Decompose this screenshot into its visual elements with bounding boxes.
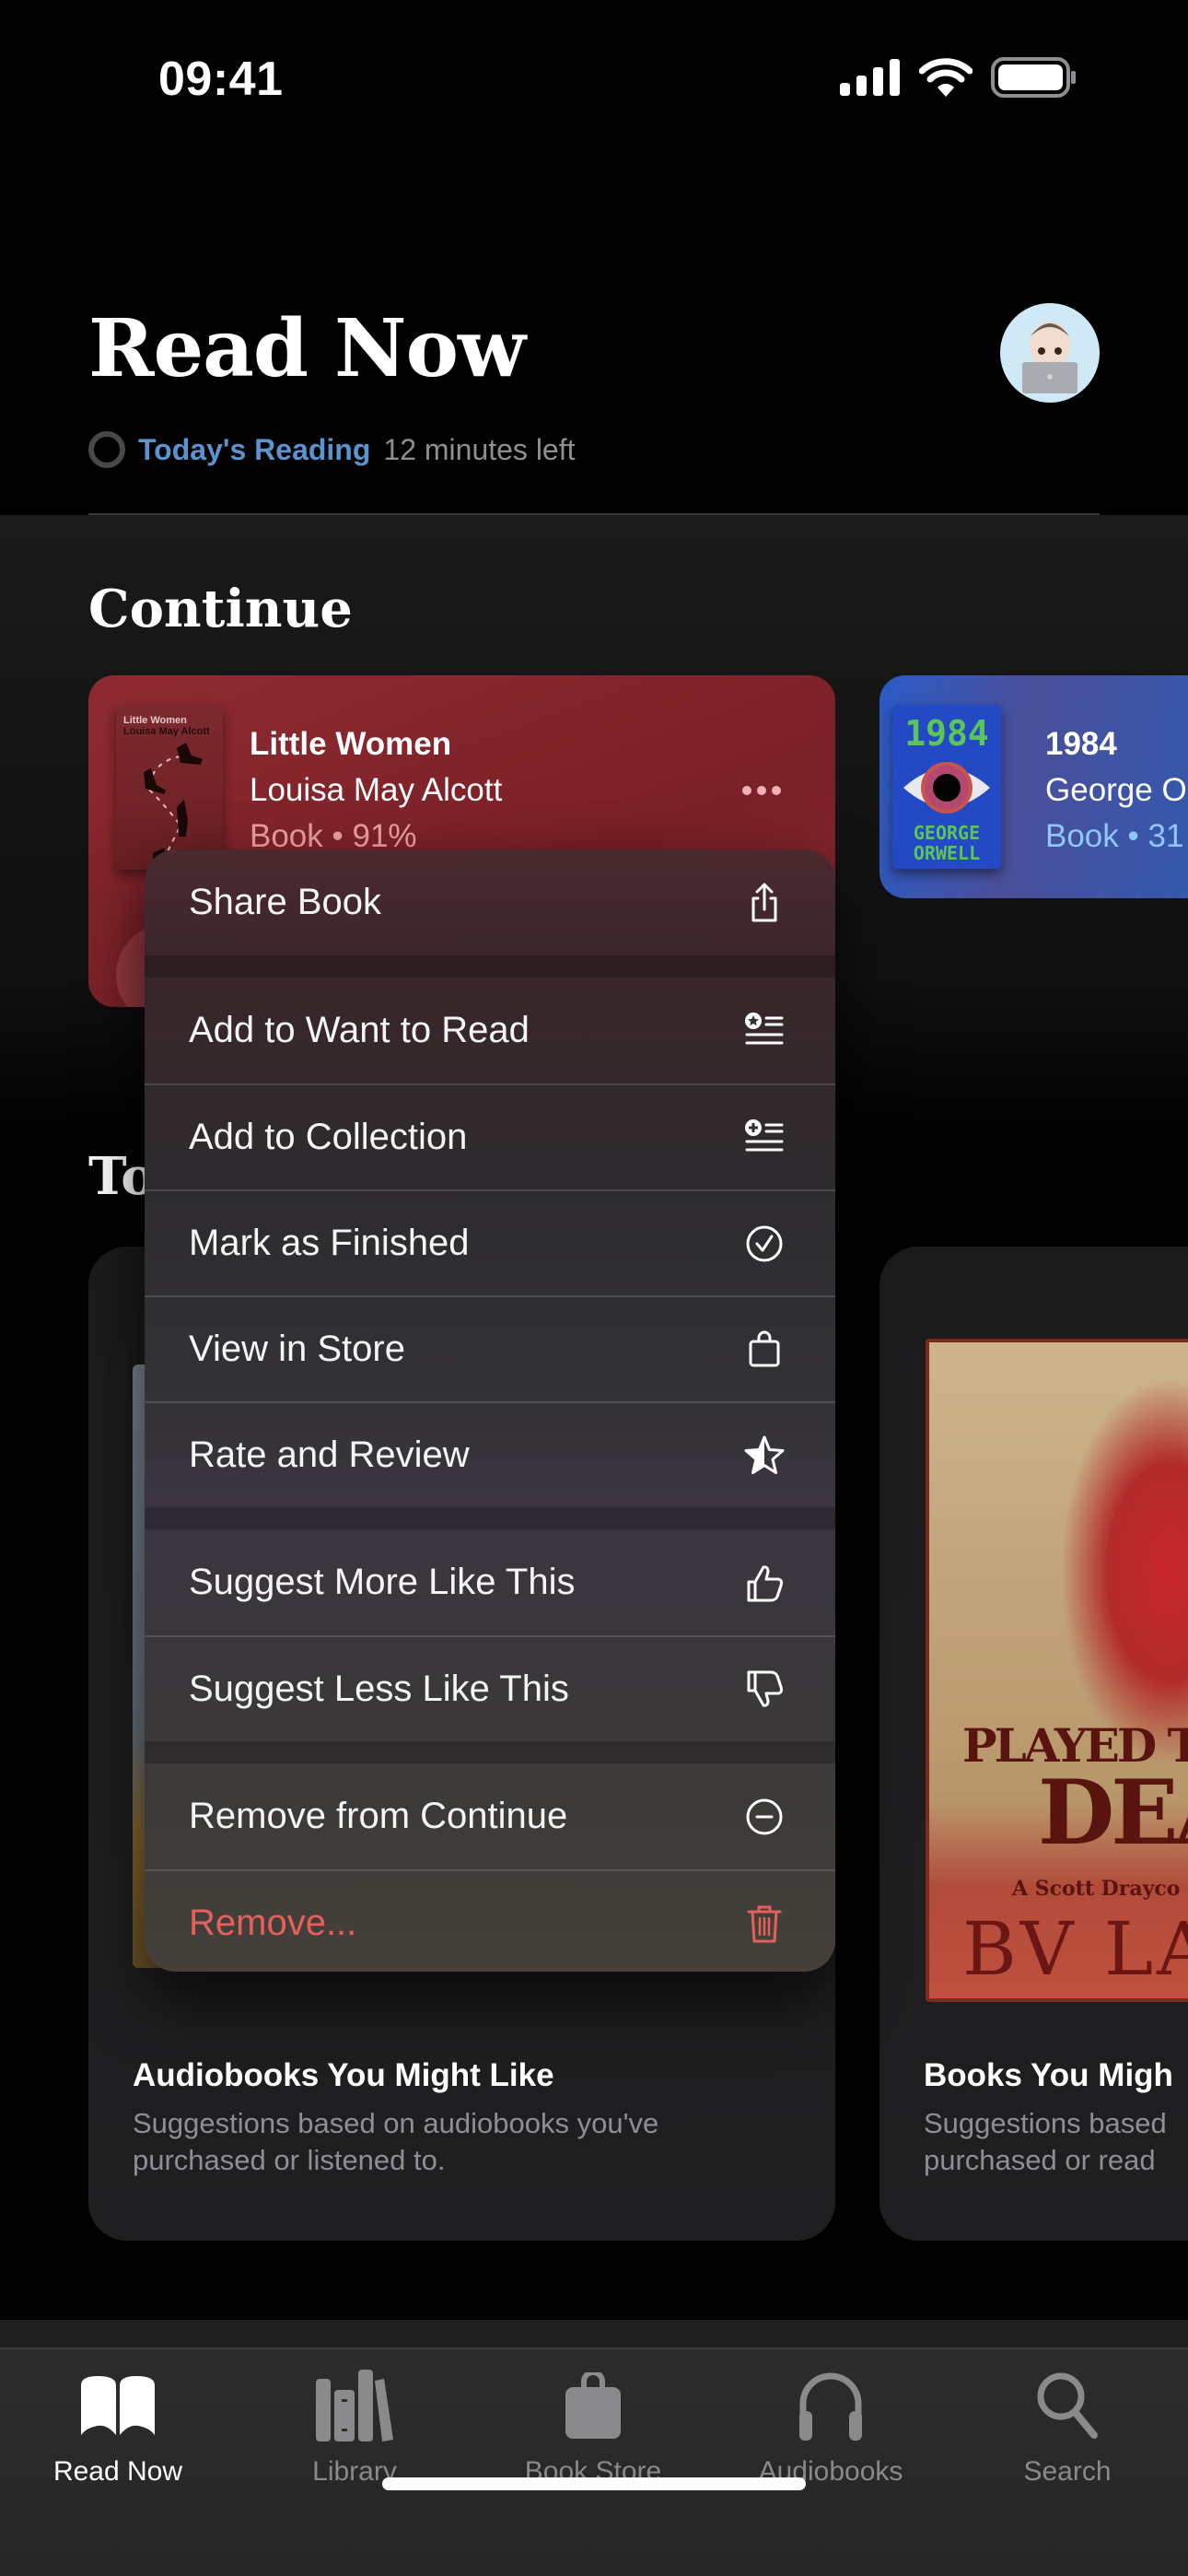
cover-title-line2: DEA [1038,1761,1188,1865]
headphones-icon [789,2368,872,2443]
tab-read-now[interactable]: Read Now [17,2359,219,2488]
tab-search[interactable]: Search [966,2359,1169,2488]
reading-goal-row[interactable]: Today's Reading 12 minutes left [88,431,576,468]
book-author: Louisa May Alcott [250,772,503,808]
page-title: Read Now [88,302,526,395]
add-to-collection-icon [743,1117,786,1159]
recommendation-title: Books You Migh [924,2057,1173,2093]
thumbs-up-icon [743,1562,786,1604]
cover-title: 1984 [904,713,989,754]
menu-item-label: View in Store [189,1329,405,1369]
menu-item-remove[interactable]: Remove... [145,1869,835,1972]
menu-group-separator [145,1741,835,1763]
todays-reading-link[interactable]: Today's Reading [138,433,370,467]
book-info: Little Women Louisa May Alcott Book • 91… [250,721,502,860]
continue-card-1984[interactable]: 1984 GEORGE ORWELL 1984 George O Book • … [879,675,1188,898]
tab-library[interactable]: Library [253,2359,456,2488]
menu-item-add-to-collection[interactable]: Add to Collection [145,1083,835,1189]
menu-item-add-to-want-to-read[interactable]: Add to Want to Read [145,978,835,1083]
eye-illustration-icon: 1984 GEORGE ORWELL [903,713,990,864]
status-time: 09:41 [158,53,284,106]
menu-item-suggest-less[interactable]: Suggest Less Like This [145,1635,835,1741]
book-title: Little Women [250,726,452,762]
continue-section-title: Continue [88,579,353,639]
more-options-button[interactable] [742,786,781,795]
ellipsis-dot-icon [772,786,781,795]
book-cover-played-to-death: PLAYED TO DEA A Scott Drayco BV LAW [926,1339,1188,2002]
menu-item-share-book[interactable]: Share Book [145,849,835,955]
book-progress: Book • 31 [1045,818,1184,854]
shopping-bag-icon [552,2368,635,2443]
share-icon [743,882,786,924]
checkmark-circle-icon [743,1223,786,1265]
library-books-icon [313,2368,396,2443]
menu-item-label: Add to Collection [189,1117,468,1157]
reading-time-remaining: 12 minutes left [383,432,576,466]
menu-item-mark-as-finished[interactable]: Mark as Finished [145,1189,835,1295]
menu-group-remove: Remove from Continue Remove... [145,1763,835,1972]
book-title: 1984 [1045,726,1117,762]
menu-item-rate-and-review[interactable]: Rate and Review [145,1401,835,1507]
tab-audiobooks[interactable]: Audiobooks [729,2359,932,2488]
open-book-icon [76,2368,159,2443]
menu-group-suggestions: Suggest More Like This Suggest Less Like… [145,1529,835,1741]
star-icon [743,1434,786,1477]
magnifying-glass-icon [1026,2368,1109,2443]
tab-book-store[interactable]: Book Store [492,2359,694,2488]
cover-author-first: GEORGE [914,822,980,844]
menu-group-separator [145,955,835,978]
menu-group-share: Share Book [145,849,835,955]
book-author: George O [1045,772,1187,808]
book-info: 1984 George O Book • 31 [1045,721,1187,860]
status-icons [840,57,1077,98]
recommendation-subtitle: Suggestions based on audiobooks you've p… [133,2107,659,2176]
cover-author: BV LAW [962,1906,1188,1992]
memoji-avatar-icon [1022,322,1077,393]
want-to-read-icon [743,1010,786,1052]
battery-icon [991,57,1076,98]
home-indicator[interactable] [382,2477,806,2490]
menu-item-label: Remove from Continue [189,1796,568,1836]
menu-item-label: Remove... [189,1903,357,1943]
minus-circle-icon [743,1796,786,1838]
ellipsis-dot-icon [757,786,766,795]
thumbs-down-icon [743,1669,786,1711]
cellular-signal-icon [840,59,900,96]
menu-item-label: Share Book [189,882,382,922]
menu-item-label: Rate and Review [189,1434,470,1475]
menu-group-actions: Add to Want to Read Add to Collection Ma… [145,978,835,1507]
recommendation-title: Audiobooks You Might Like [133,2057,554,2093]
cover-author-last: ORWELL [914,842,980,864]
recommendation-subtitle: Suggestions based purchased or read [924,2107,1167,2176]
cover-series: A Scott Drayco [1012,1877,1181,1901]
tab-label: Search [1023,2456,1112,2487]
account-avatar-button[interactable] [1000,303,1100,403]
book-cover-1984: 1984 GEORGE ORWELL [892,705,1001,869]
menu-item-suggest-more[interactable]: Suggest More Like This [145,1529,835,1635]
wifi-icon [919,58,973,97]
book-cover-little-women: Little Women Louisa May Alcott [116,706,223,870]
ellipsis-dot-icon [742,786,751,795]
context-menu: Share Book Add to Want to Read Add to Co… [145,849,835,1972]
boots-illustration-icon [144,743,203,863]
menu-item-label: Mark as Finished [189,1223,470,1263]
menu-item-label: Suggest More Like This [189,1562,576,1602]
menu-item-label: Suggest Less Like This [189,1669,569,1709]
menu-item-remove-from-continue[interactable]: Remove from Continue [145,1763,835,1869]
reading-goal-progress-ring [88,431,125,468]
menu-item-label: Add to Want to Read [189,1010,530,1050]
tab-label: Read Now [52,2456,183,2487]
shopping-bag-icon [743,1329,786,1371]
menu-item-view-in-store[interactable]: View in Store [145,1295,835,1401]
trash-icon [743,1903,786,1945]
menu-group-separator [145,1507,835,1529]
recommendation-card-books[interactable]: PLAYED TO DEA A Scott Drayco BV LAW Book… [879,1247,1188,2241]
